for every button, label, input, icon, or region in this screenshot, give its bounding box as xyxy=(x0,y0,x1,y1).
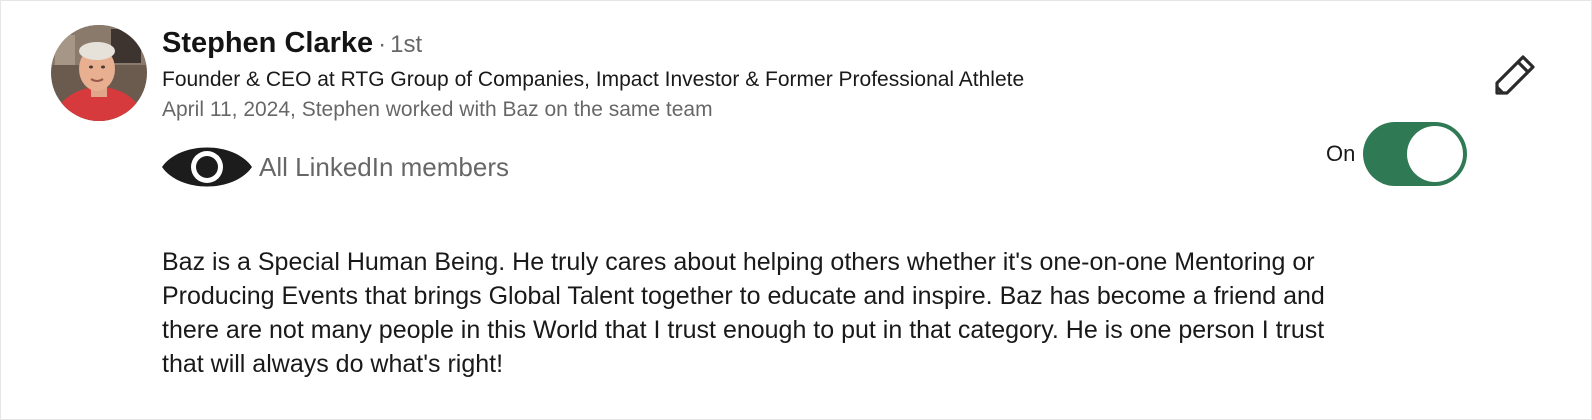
toggle-knob xyxy=(1407,126,1464,182)
degree-separator: · xyxy=(378,31,387,58)
recommender-info: Stephen Clarke · 1st Founder & CEO at RTG… xyxy=(162,27,1024,122)
toggle-label: On xyxy=(1326,141,1356,166)
recommendation-text: Baz is a Special Human Being. He truly c… xyxy=(162,248,1325,378)
avatar-image xyxy=(51,25,147,121)
visibility-setting: All LinkedIn members xyxy=(162,139,509,195)
recommendation-meta: April 11, 2024, Stephen worked with Baz … xyxy=(162,98,713,121)
avatar[interactable] xyxy=(51,25,147,121)
eye-icon xyxy=(162,147,252,187)
connection-degree: · 1st xyxy=(378,31,422,59)
show-recommendation-toggle-group: On xyxy=(1326,122,1468,186)
show-recommendation-toggle[interactable] xyxy=(1363,122,1468,186)
recommender-name[interactable]: Stephen Clarke xyxy=(162,27,373,60)
edit-button[interactable] xyxy=(1493,51,1539,97)
degree-label: 1st xyxy=(390,31,423,58)
recommender-headline: Founder & CEO at RTG Group of Companies,… xyxy=(162,68,1025,91)
pencil-icon xyxy=(1495,55,1535,95)
name-line: Stephen Clarke · 1st xyxy=(162,27,1024,65)
visibility-label: All LinkedIn members xyxy=(259,151,509,182)
recommendation-card: Stephen Clarke · 1st Founder & CEO at RTG… xyxy=(0,0,1592,420)
